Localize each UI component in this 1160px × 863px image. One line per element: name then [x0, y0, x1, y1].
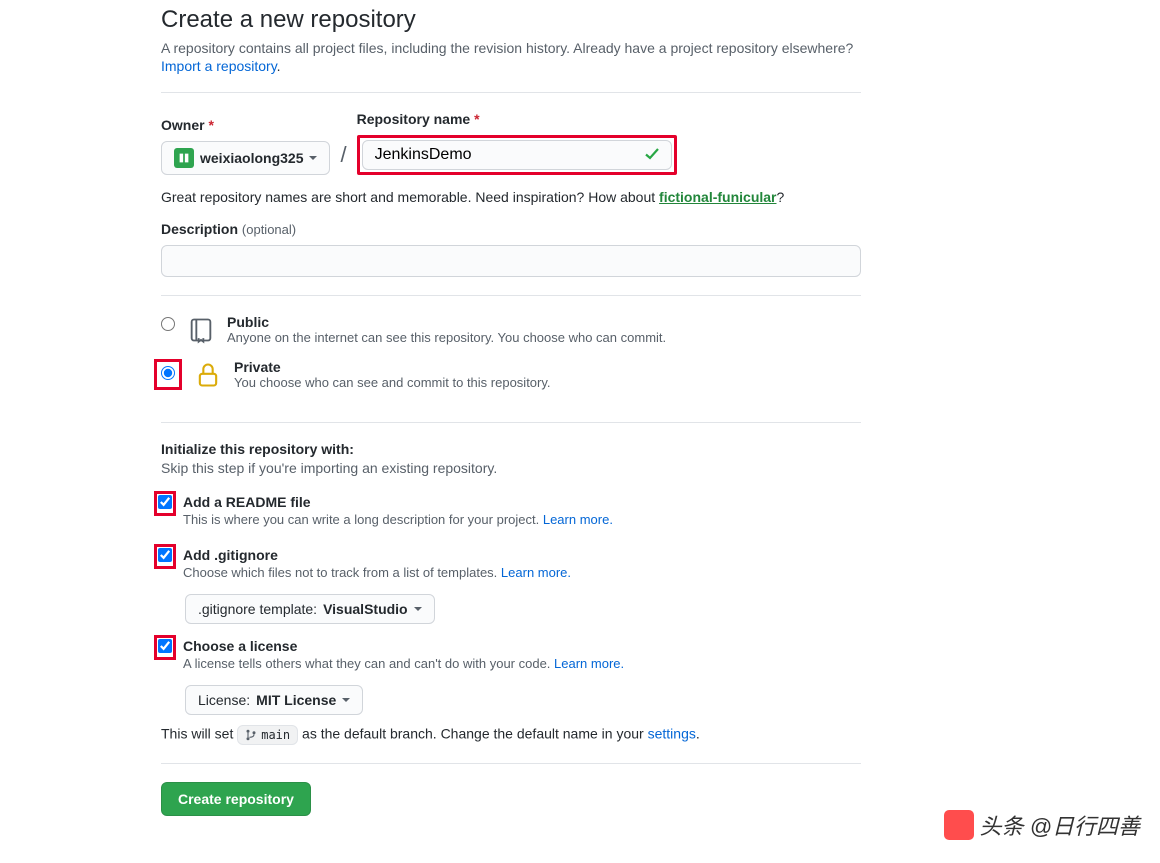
private-radio-highlight — [154, 359, 182, 390]
readme-desc: This is where you can write a long descr… — [183, 512, 613, 527]
gitignore-checkbox[interactable] — [158, 548, 172, 562]
public-desc: Anyone on the internet can see this repo… — [227, 330, 666, 345]
license-title: Choose a license — [183, 638, 624, 654]
watermark: 头条 @日行四善 — [944, 809, 1140, 841]
owner-selected-text: weixiaolong325 — [200, 150, 303, 166]
create-repository-button[interactable]: Create repository — [161, 782, 311, 816]
public-title: Public — [227, 314, 666, 330]
visibility-public-radio[interactable] — [161, 317, 175, 331]
subtitle-text: A repository contains all project files,… — [161, 40, 853, 56]
settings-link[interactable]: settings — [648, 726, 696, 742]
init-skip-text: Skip this step if you're importing an ex… — [161, 460, 861, 476]
page-subtitle: A repository contains all project files,… — [161, 40, 861, 56]
caret-down-icon — [414, 607, 422, 611]
slash-separator: / — [340, 142, 346, 175]
readme-learn-more-link[interactable]: Learn more. — [543, 512, 613, 527]
gitignore-title: Add .gitignore — [183, 547, 571, 563]
check-icon — [644, 146, 660, 162]
readme-checkbox[interactable] — [158, 495, 172, 509]
lock-icon — [194, 361, 222, 389]
repo-name-highlight — [357, 135, 677, 175]
license-checkbox-highlight — [154, 635, 176, 660]
branch-badge: main — [237, 725, 298, 745]
gitignore-dd-label: .gitignore template: — [198, 601, 317, 617]
required-icon: * — [474, 111, 479, 127]
license-learn-more-link[interactable]: Learn more. — [554, 656, 624, 671]
repo-name-hint: Great repository names are short and mem… — [161, 189, 861, 205]
branch-name: main — [261, 728, 290, 742]
gitignore-checkbox-highlight — [154, 544, 176, 569]
description-label: Description (optional) — [161, 221, 296, 237]
license-checkbox[interactable] — [158, 639, 172, 653]
license-dd-value: MIT License — [256, 692, 336, 708]
visibility-private-radio[interactable] — [161, 366, 175, 380]
repo-icon — [187, 316, 215, 344]
gitignore-desc: Choose which files not to track from a l… — [183, 565, 571, 580]
owner-select-button[interactable]: weixiaolong325 — [161, 141, 330, 175]
repo-name-input[interactable] — [362, 140, 672, 170]
license-dd-label: License: — [198, 692, 250, 708]
divider — [161, 295, 861, 296]
required-icon: * — [208, 117, 213, 133]
page-title: Create a new repository — [161, 6, 861, 34]
repo-suggestion-link[interactable]: fictional-funicular — [659, 189, 776, 205]
git-branch-icon — [245, 729, 257, 741]
private-title: Private — [234, 359, 551, 375]
repo-name-label: Repository name * — [357, 111, 480, 127]
private-desc: You choose who can see and commit to thi… — [234, 375, 551, 390]
gitignore-learn-more-link[interactable]: Learn more. — [501, 565, 571, 580]
owner-avatar-icon — [174, 148, 194, 168]
divider — [161, 92, 861, 93]
readme-checkbox-highlight — [154, 491, 176, 516]
owner-label: Owner * — [161, 117, 214, 133]
divider — [161, 422, 861, 423]
caret-down-icon — [309, 156, 317, 160]
gitignore-template-dropdown[interactable]: .gitignore template: VisualStudio — [185, 594, 435, 624]
watermark-text: 头条 @日行四善 — [980, 809, 1140, 841]
description-input[interactable] — [161, 245, 861, 277]
license-desc: A license tells others what they can and… — [183, 656, 624, 671]
init-heading: Initialize this repository with: — [161, 441, 861, 457]
readme-title: Add a README file — [183, 494, 613, 510]
gitignore-dd-value: VisualStudio — [323, 601, 408, 617]
import-repository-link[interactable]: Import a repository — [161, 58, 277, 74]
watermark-logo-icon — [944, 810, 974, 840]
default-branch-line: This will set main as the default branch… — [161, 725, 861, 745]
divider — [161, 763, 861, 764]
caret-down-icon — [342, 698, 350, 702]
license-dropdown[interactable]: License: MIT License — [185, 685, 363, 715]
